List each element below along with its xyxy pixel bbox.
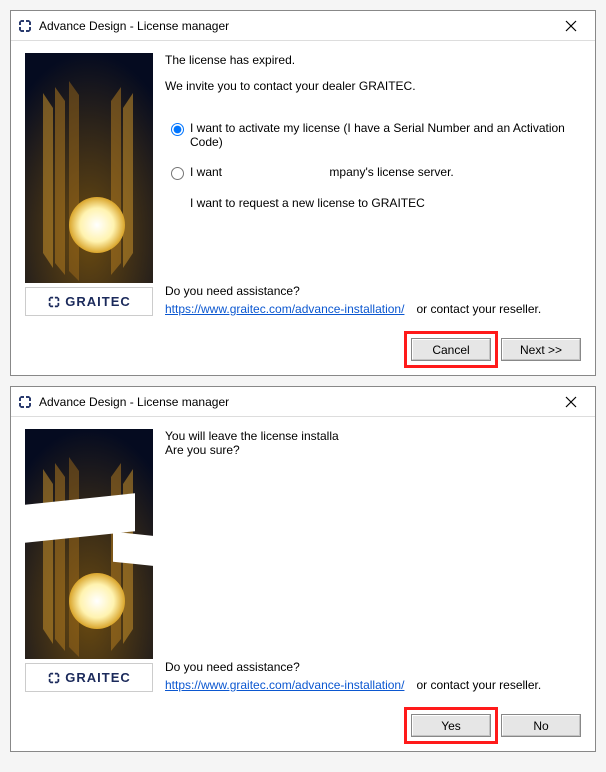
- brand-icon: [47, 671, 61, 685]
- assistance-link[interactable]: https://www.graitec.com/advance-installa…: [165, 678, 404, 692]
- option-license-server[interactable]: I want to connect to my company's licens…: [165, 165, 581, 180]
- activation-options: I want to activate my license (I have a …: [165, 121, 581, 226]
- radio-activate-serial[interactable]: [171, 123, 184, 136]
- brand-text: GRAITEC: [65, 670, 131, 685]
- next-button[interactable]: Next >>: [501, 338, 581, 361]
- assistance-prompt: Do you need assistance?: [165, 660, 581, 674]
- close-button[interactable]: [551, 390, 591, 414]
- option-label-post: mpany's license server.: [329, 165, 453, 179]
- option-label-pre: I want: [190, 165, 225, 179]
- artwork-overlay: [113, 532, 153, 567]
- confirm-message-line1: You will leave the license installa: [165, 429, 581, 443]
- dialog-title: Advance Design - License manager: [39, 395, 229, 409]
- sidebar-artwork: [25, 53, 153, 283]
- option-label: I want to activate my license (I have a …: [190, 121, 581, 149]
- close-button[interactable]: [551, 14, 591, 38]
- assistance-after: or contact your reseller.: [416, 302, 541, 316]
- app-icon: [17, 18, 33, 34]
- brand-icon: [47, 295, 61, 309]
- assistance-section: Do you need assistance? https://www.grai…: [165, 264, 581, 316]
- assistance-row: https://www.graitec.com/advance-installa…: [165, 678, 581, 692]
- brand-text: GRAITEC: [65, 294, 131, 309]
- button-row: Cancel Next >>: [11, 328, 595, 375]
- sidebar-artwork: [25, 429, 153, 659]
- message-contact-dealer: We invite you to contact your dealer GRA…: [165, 79, 581, 93]
- assistance-link[interactable]: https://www.graitec.com/advance-installa…: [165, 302, 404, 316]
- assistance-section: Do you need assistance? https://www.grai…: [165, 640, 581, 692]
- button-label: Cancel: [432, 343, 469, 357]
- assistance-after: or contact your reseller.: [416, 678, 541, 692]
- license-dialog-confirm: Advance Design - License manager: [10, 386, 596, 752]
- option-label: I want to request a new license to GRAIT…: [190, 196, 581, 210]
- dialog-content: GRAITEC The license has expired. We invi…: [11, 41, 595, 328]
- titlebar: Advance Design - License manager: [11, 11, 595, 41]
- sidebar: GRAITEC: [25, 53, 153, 316]
- close-icon: [565, 396, 577, 408]
- no-button[interactable]: No: [501, 714, 581, 737]
- sidebar: GRAITEC: [25, 429, 153, 692]
- assistance-row: https://www.graitec.com/advance-installa…: [165, 302, 581, 316]
- titlebar-left: Advance Design - License manager: [17, 394, 229, 410]
- button-label: No: [533, 719, 548, 733]
- dialog-content: GRAITEC You will leave the license insta…: [11, 417, 595, 704]
- cancel-button[interactable]: Cancel: [411, 338, 491, 361]
- button-label: Next >>: [520, 343, 562, 357]
- license-dialog-initial: Advance Design - License manager: [10, 10, 596, 376]
- app-icon: [17, 394, 33, 410]
- option-label: I want to connect to my company's licens…: [190, 165, 581, 179]
- assistance-prompt: Do you need assistance?: [165, 284, 581, 298]
- option-activate-serial[interactable]: I want to activate my license (I have a …: [165, 121, 581, 149]
- titlebar: Advance Design - License manager: [11, 387, 595, 417]
- main-panel: The license has expired. We invite you t…: [153, 53, 581, 316]
- radio-license-server[interactable]: [171, 167, 184, 180]
- dialog-title: Advance Design - License manager: [39, 19, 229, 33]
- confirm-message-line2: Are you sure?: [165, 443, 581, 457]
- titlebar-left: Advance Design - License manager: [17, 18, 229, 34]
- brand-logo: GRAITEC: [25, 663, 153, 692]
- button-row: Yes No: [11, 704, 595, 751]
- yes-button[interactable]: Yes: [411, 714, 491, 737]
- main-panel: You will leave the license installa Are …: [153, 429, 581, 692]
- brand-logo: GRAITEC: [25, 287, 153, 316]
- option-request-license[interactable]: I want to request a new license to GRAIT…: [165, 196, 581, 210]
- button-label: Yes: [441, 719, 461, 733]
- message-expired: The license has expired.: [165, 53, 581, 67]
- close-icon: [565, 20, 577, 32]
